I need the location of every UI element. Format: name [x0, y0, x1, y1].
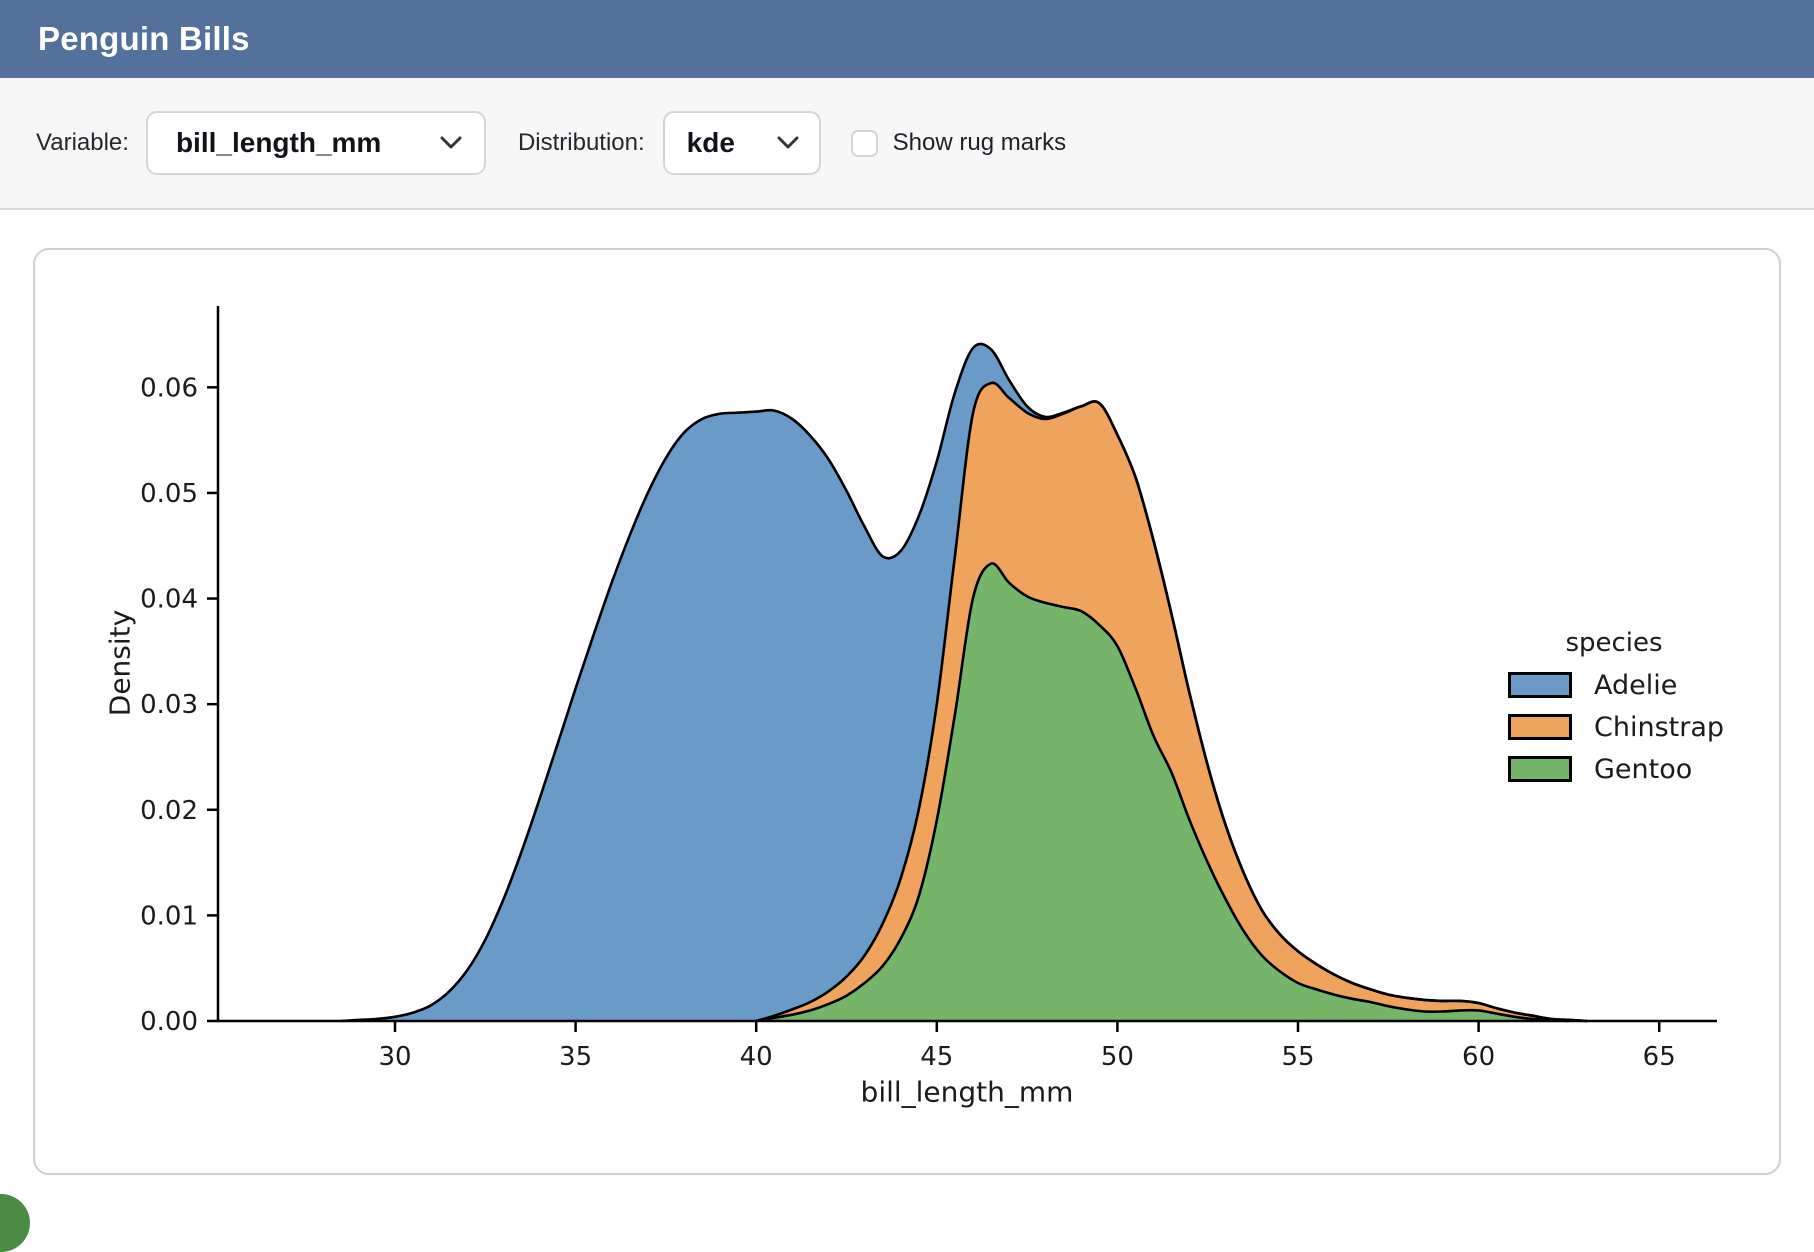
- legend-label: Adelie: [1594, 670, 1677, 701]
- x-axis-label: bill_length_mm: [861, 1076, 1074, 1109]
- variable-label: Variable:: [36, 129, 129, 157]
- toolbar: Variable: bill_length_mm Distribution: k…: [0, 78, 1814, 210]
- legend-item-adelie: Adelie: [1494, 664, 1734, 706]
- legend-title: species: [1494, 628, 1734, 658]
- variable-select-value: bill_length_mm: [176, 127, 381, 159]
- show-rug-marks-label[interactable]: Show rug marks: [893, 129, 1066, 157]
- legend-label: Gentoo: [1594, 754, 1692, 785]
- app-root: { "header": { "title": "Penguin Bills" }…: [0, 0, 1814, 1208]
- legend-swatch-gentoo: [1508, 756, 1572, 782]
- distribution-select-value: kde: [687, 127, 735, 159]
- y-axis-label: Density: [104, 610, 137, 716]
- legend-swatch-adelie: [1508, 672, 1572, 698]
- variable-select[interactable]: bill_length_mm: [146, 111, 486, 175]
- chevron-down-icon: [777, 136, 799, 150]
- legend-item-chinstrap: Chinstrap: [1494, 706, 1734, 748]
- show-rug-marks-checkbox[interactable]: [851, 130, 878, 157]
- app-header: Penguin Bills: [0, 0, 1814, 78]
- legend-item-gentoo: Gentoo: [1494, 748, 1734, 790]
- legend-label: Chinstrap: [1594, 712, 1724, 743]
- legend-swatch-chinstrap: [1508, 714, 1572, 740]
- distribution-select[interactable]: kde: [663, 111, 821, 175]
- distribution-label: Distribution:: [518, 129, 645, 157]
- corner-badge: [0, 1194, 30, 1252]
- chart-legend: species Adelie Chinstrap Gentoo: [1494, 628, 1734, 790]
- page-title: Penguin Bills: [38, 20, 250, 58]
- chevron-down-icon: [440, 136, 462, 150]
